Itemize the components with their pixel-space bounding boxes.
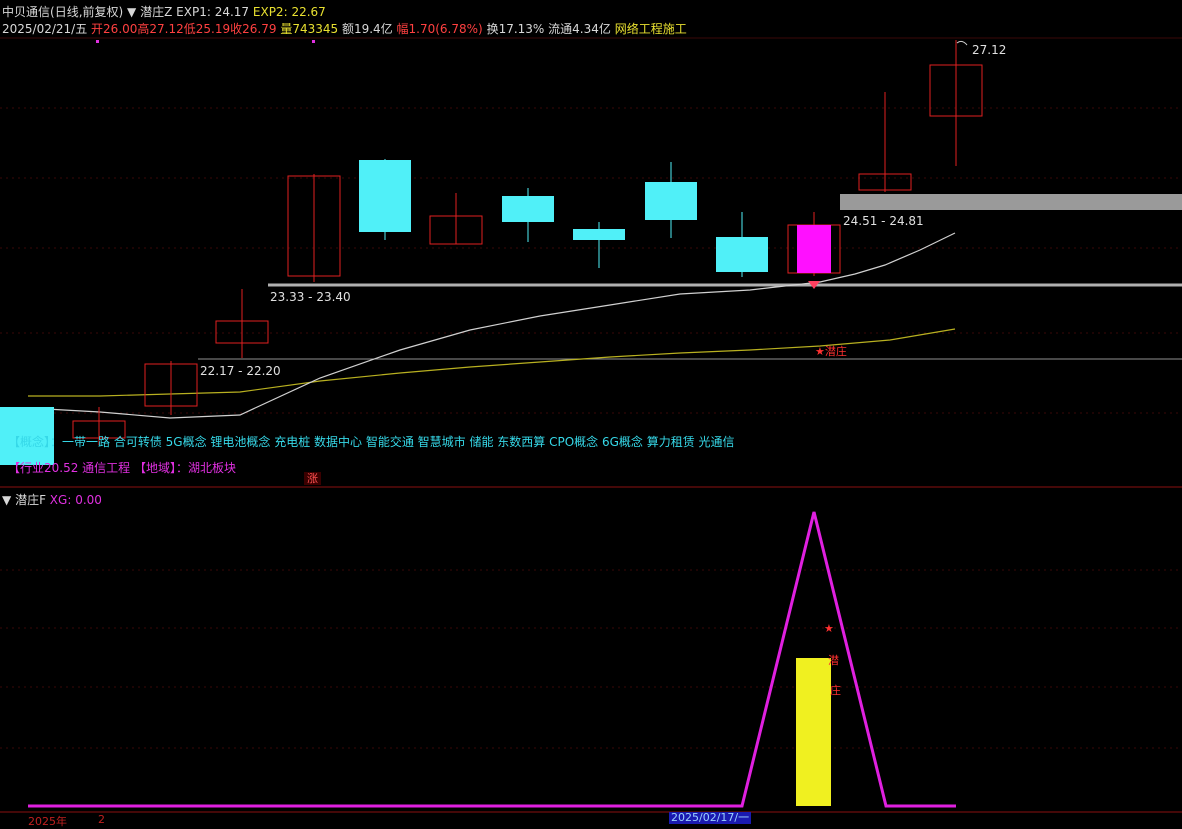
candle[interactable]: [502, 188, 554, 242]
candle[interactable]: [716, 212, 768, 277]
quote-close: 收26.79: [230, 22, 277, 36]
quote-float-cap: 流通4.34亿: [548, 22, 611, 36]
quote-turnover: 换17.13%: [486, 22, 545, 36]
marker-dot: [96, 40, 99, 43]
zone-top-label: 24.51 - 24.81: [843, 214, 924, 228]
marker-dot: [312, 40, 315, 43]
zone-mid-label: 23.33 - 23.40: [270, 290, 351, 304]
high-price-label: 27.12: [972, 43, 1007, 57]
month-axis-label: 2: [98, 813, 105, 826]
indicator-name[interactable]: 潜庄Z: [140, 5, 172, 19]
quote-change: 幅1.70(6.78%): [396, 22, 483, 36]
candle[interactable]: [144, 361, 198, 415]
zone-low-label: 22.17 - 22.20: [200, 364, 281, 378]
sub-signal-char-2: 庄: [830, 684, 841, 697]
exp1-label: EXP1:: [176, 5, 211, 19]
candle[interactable]: [287, 174, 341, 282]
year-axis-label: 2025年: [28, 815, 67, 828]
main-signal-star: ★潜庄: [815, 345, 847, 358]
zhang-badge: 涨: [304, 472, 321, 485]
sub-indicator-header: ▼ 潜庄F XG: 0.00: [2, 491, 102, 508]
stock-name[interactable]: 中贝通信: [2, 5, 50, 19]
resistance-zone-bar: [840, 194, 1182, 210]
quote-low: 低25.19: [183, 22, 231, 36]
candle[interactable]: [215, 289, 269, 358]
candle[interactable]: [858, 92, 912, 192]
concept-list: 【概念】：一带一路 合可转债 5G概念 锂电池概念 充电桩 数据中心 智能交通 …: [8, 435, 735, 449]
candle[interactable]: [359, 159, 411, 240]
exp1-value: 24.17: [214, 5, 250, 19]
chevron-down-icon[interactable]: ▼: [2, 493, 11, 507]
quote-volume: 量743345: [280, 22, 339, 36]
header-row-1: 中贝通信(日线,前复权) ▼ 潜庄Z EXP1: 24.17 EXP2: 22.…: [2, 5, 326, 19]
high-pointer-icon: [956, 40, 968, 46]
period-mode[interactable]: (日线,前复权): [50, 5, 123, 19]
industry-label[interactable]: 网络工程施工: [615, 22, 687, 36]
quote-amount: 额19.4亿: [341, 22, 393, 36]
exp2-value: 22.67: [291, 5, 326, 19]
quote-open: 开26.00: [91, 22, 138, 36]
candle[interactable]: [429, 193, 483, 245]
ma-slow-line: [28, 328, 956, 397]
sub-indicator-name[interactable]: 潜庄F: [15, 493, 46, 507]
xg-value: 0.00: [75, 493, 102, 507]
header-row-2: 2025/02/21/五 开26.00高27.12低25.19收26.79 量7…: [2, 22, 687, 36]
sub-signal-bar: [796, 658, 831, 806]
kline-chart-canvas[interactable]: [0, 0, 1182, 823]
sub-signal-star: ★: [824, 622, 834, 635]
candle[interactable]: [645, 162, 697, 238]
quote-date: 2025/02/21/五: [2, 22, 88, 36]
xg-label: XG:: [49, 493, 72, 507]
sub-signal-char-1: 潜: [828, 654, 839, 667]
signal-candle[interactable]: [787, 212, 841, 276]
cursor-date-tag: 2025/02/17/一: [669, 811, 752, 824]
chevron-down-icon[interactable]: ▼: [127, 5, 136, 19]
region-info: 【行业20.52 通信工程 【地域】：湖北板块: [8, 461, 236, 475]
candle[interactable]: [929, 40, 983, 166]
exp2-label: EXP2:: [252, 5, 288, 19]
candle[interactable]: [573, 222, 625, 268]
quote-high: 高27.12: [137, 22, 184, 36]
